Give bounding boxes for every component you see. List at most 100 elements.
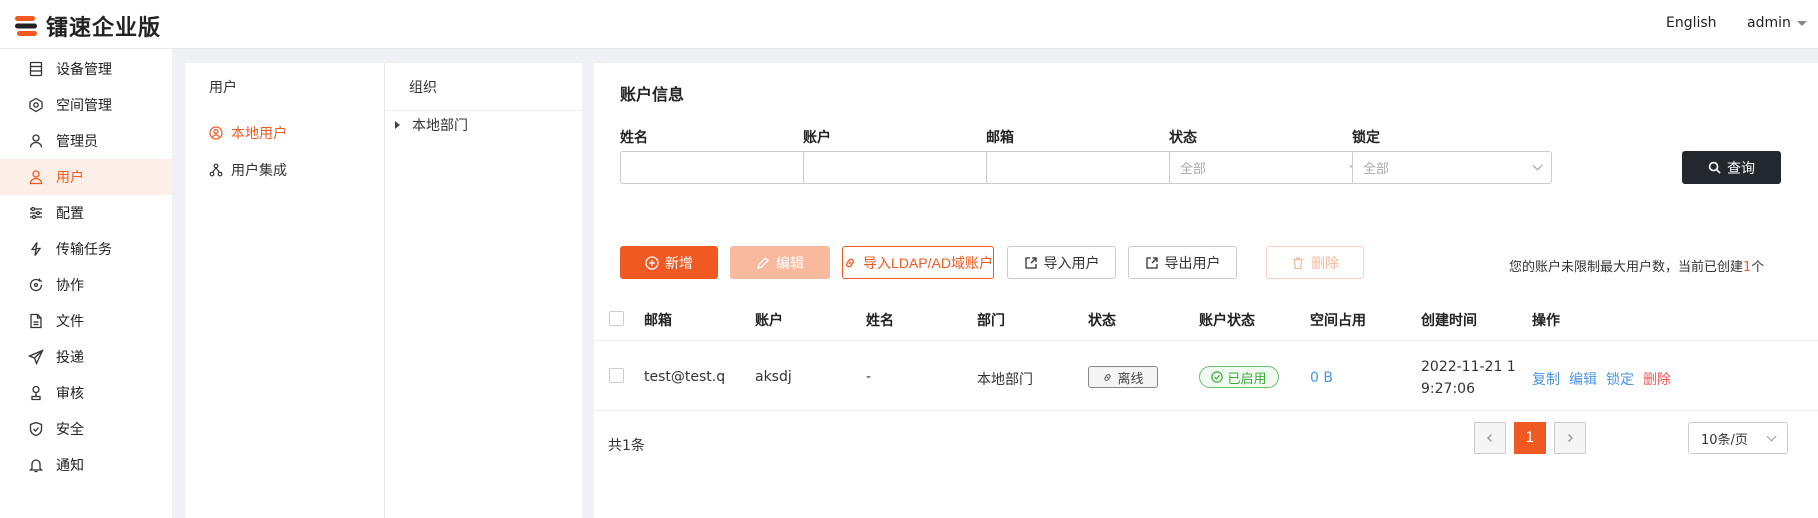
export-icon: [1145, 256, 1158, 269]
user-type-panel: 用户 本地用户 用户集成: [185, 63, 385, 518]
audit-icon: [31, 385, 41, 401]
export-users-button[interactable]: 导出用户: [1128, 246, 1237, 279]
sidebar: 设备管理 空间管理 管理员 用户 配置 传输任务 协作 文件 投递 审核 安全: [0, 49, 172, 518]
cell-account: aksdj: [755, 369, 792, 385]
sidebar-item-space[interactable]: 空间管理: [0, 87, 172, 123]
user-limit-prefix: 您的账户未限制最大用户数，当前已创建: [1509, 260, 1744, 275]
sidebar-item-files[interactable]: 文件: [0, 303, 172, 339]
page-title: 账户信息: [620, 85, 685, 104]
column-header-created: 创建时间: [1421, 313, 1477, 329]
column-header-account-status: 账户状态: [1199, 313, 1255, 329]
collab-icon: [29, 278, 43, 292]
user-menu[interactable]: admin: [1747, 15, 1807, 31]
tree-node-label: 本地部门: [412, 118, 468, 134]
search-icon: [1708, 161, 1721, 174]
next-page-button[interactable]: [1554, 422, 1586, 454]
name-label: 姓名: [620, 130, 648, 146]
cell-space-usage[interactable]: 0 B: [1310, 370, 1333, 386]
admin-icon: [29, 134, 43, 148]
sidebar-item-label: 配置: [56, 206, 84, 222]
sub-item-label: 用户集成: [231, 163, 287, 179]
sub-item-local-users[interactable]: 本地用户: [209, 123, 287, 143]
transfer-icon: [30, 242, 42, 256]
check-circle-icon: [1211, 371, 1224, 383]
shield-icon: [29, 421, 43, 437]
device-list-icon: [29, 61, 43, 77]
user-name: admin: [1747, 15, 1791, 31]
name-input[interactable]: [620, 151, 820, 184]
import-ldap-button-label: 导入LDAP/AD域账户: [863, 254, 993, 271]
account-input[interactable]: [803, 151, 1003, 184]
prev-page-button[interactable]: [1474, 422, 1506, 454]
sidebar-item-audit[interactable]: 审核: [0, 375, 172, 411]
pencil-icon: [757, 256, 769, 269]
cell-created-date: 2022-11-21 1: [1421, 359, 1516, 375]
divider: [594, 340, 1818, 341]
tree-node-local-dept[interactable]: 本地部门: [395, 115, 468, 135]
language-switch[interactable]: English: [1666, 15, 1717, 31]
column-header-space: 空间占用: [1310, 313, 1366, 329]
column-header-actions: 操作: [1532, 313, 1560, 329]
plus-circle-icon: [645, 255, 659, 270]
status-label: 状态: [1169, 130, 1197, 146]
file-icon: [30, 313, 42, 329]
add-user-button[interactable]: 新增: [620, 246, 718, 279]
page-size-select[interactable]: 10条/页: [1688, 422, 1788, 454]
org-panel-title: 组织: [409, 80, 437, 96]
sidebar-item-users[interactable]: 用户: [0, 159, 172, 195]
column-header-email: 邮箱: [644, 313, 672, 329]
caret-right-icon[interactable]: [395, 121, 400, 129]
sidebar-item-deliver[interactable]: 投递: [0, 339, 172, 375]
account-status-badge: 已启用: [1199, 366, 1279, 388]
sidebar-item-admin[interactable]: 管理员: [0, 123, 172, 159]
sidebar-item-label: 投递: [56, 350, 84, 366]
status-select-value: 全部: [1180, 162, 1207, 177]
trash-icon: [1293, 256, 1303, 269]
edit-action-link[interactable]: 编辑: [1569, 369, 1597, 389]
sub-item-user-integration[interactable]: 用户集成: [209, 160, 287, 180]
link-icon: [1104, 373, 1112, 381]
lock-action-link[interactable]: 锁定: [1606, 369, 1634, 389]
chevron-down-icon: [1766, 431, 1777, 441]
add-user-button-label: 新增: [665, 254, 693, 271]
divider: [385, 110, 582, 111]
select-all-checkbox[interactable]: [609, 311, 624, 326]
top-header: 镭速企业版 English admin: [0, 0, 1818, 49]
status-badge-offline: 离线: [1088, 366, 1158, 388]
sidebar-item-transfer[interactable]: 传输任务: [0, 231, 172, 267]
delete-user-button[interactable]: 删除: [1266, 246, 1364, 279]
import-ldap-button[interactable]: 导入LDAP/AD域账户: [842, 246, 994, 279]
space-icon: [29, 97, 43, 113]
query-button[interactable]: 查询: [1682, 151, 1781, 184]
lock-select-value: 全部: [1363, 162, 1390, 177]
sidebar-item-label: 用户: [56, 170, 84, 186]
column-header-account: 账户: [755, 313, 783, 329]
sidebar-item-config[interactable]: 配置: [0, 195, 172, 231]
lock-label: 锁定: [1352, 130, 1380, 146]
sidebar-item-collab[interactable]: 协作: [0, 267, 172, 303]
page-1-button[interactable]: 1: [1514, 422, 1546, 454]
lock-select[interactable]: 全部: [1352, 151, 1552, 184]
delete-action-link[interactable]: 删除: [1643, 369, 1671, 389]
status-select[interactable]: 全部: [1169, 151, 1369, 184]
send-icon: [28, 349, 44, 365]
page-size-value: 10条/页: [1701, 432, 1748, 448]
user-panel-title: 用户: [209, 80, 237, 96]
sidebar-item-notify[interactable]: 通知: [0, 447, 172, 483]
edit-user-button[interactable]: 编辑: [730, 246, 830, 279]
account-label: 账户: [803, 130, 831, 146]
row-checkbox[interactable]: [609, 368, 624, 383]
account-status-label: 已启用: [1227, 371, 1267, 387]
copy-action-link[interactable]: 复制: [1532, 369, 1560, 389]
total-count: 共1条: [608, 438, 645, 454]
sidebar-item-security[interactable]: 安全: [0, 411, 172, 447]
column-header-status: 状态: [1088, 313, 1116, 329]
hierarchy-icon: [209, 163, 223, 177]
email-input[interactable]: [986, 151, 1186, 184]
column-header-dept: 部门: [977, 313, 1005, 329]
logo[interactable]: 镭速企业版: [12, 10, 161, 42]
import-users-button[interactable]: 导入用户: [1007, 246, 1116, 279]
status-badge-label: 离线: [1117, 371, 1144, 387]
sidebar-item-device[interactable]: 设备管理: [0, 51, 172, 87]
cell-dept: 本地部门: [977, 372, 1033, 388]
